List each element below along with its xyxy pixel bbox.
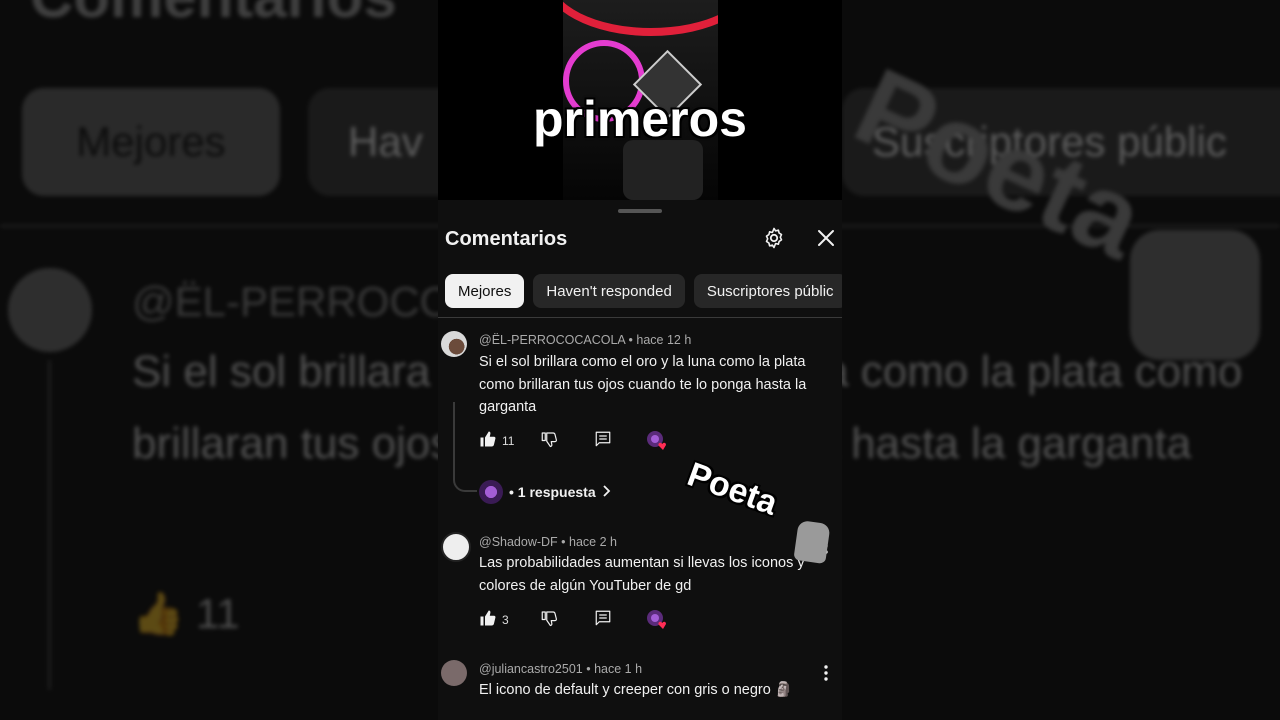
reply-thread-line bbox=[453, 402, 477, 492]
thumbs-down-icon bbox=[540, 609, 558, 630]
avatar[interactable] bbox=[441, 660, 467, 686]
moai-sticker-icon bbox=[793, 519, 831, 565]
view-replies-button[interactable]: • 1 respuesta bbox=[479, 480, 612, 504]
drag-handle[interactable] bbox=[618, 209, 662, 213]
replies-count: • 1 respuesta bbox=[509, 484, 596, 500]
chip-mejores[interactable]: Mejores bbox=[445, 274, 525, 308]
comment-bubble-icon bbox=[594, 609, 612, 630]
dislike-button[interactable] bbox=[540, 609, 558, 630]
comment-meta: @ËL-PERROCOCACOLA • hace 12 h bbox=[479, 333, 692, 347]
like-button[interactable]: 11 bbox=[479, 430, 514, 451]
avatar[interactable] bbox=[441, 532, 471, 562]
chip-suscriptores[interactable]: Suscriptores públic bbox=[693, 274, 842, 308]
comment-text: Las probabilidades aumentan si llevas lo… bbox=[479, 555, 805, 594]
chevron-right-icon bbox=[602, 484, 612, 500]
panel-title: Comentarios bbox=[445, 228, 568, 250]
close-icon[interactable] bbox=[812, 224, 840, 252]
comment-author[interactable]: @ËL-PERROCOCACOLA bbox=[479, 333, 625, 347]
comment-time: hace 12 h bbox=[636, 333, 692, 347]
comments-panel: Comentarios Mejores Haven't responded Su… bbox=[438, 200, 842, 720]
video-character-body bbox=[623, 140, 703, 200]
comment-time: hace 1 h bbox=[594, 662, 643, 676]
bg-poeta-sticker: Poeta bbox=[838, 44, 1162, 283]
thumbs-down-icon bbox=[540, 430, 558, 451]
like-button[interactable]: 3 bbox=[479, 609, 509, 630]
avatar[interactable] bbox=[441, 331, 467, 357]
comment-actions: 3 bbox=[479, 609, 679, 633]
replier-avatar bbox=[479, 480, 503, 504]
thumbs-up-icon bbox=[479, 430, 497, 451]
bg-author: @ËL-PERROCOC bbox=[132, 278, 483, 325]
comment-author[interactable]: @Shadow-DF bbox=[479, 535, 558, 549]
comment-bubble-icon bbox=[594, 430, 612, 451]
dislike-button[interactable] bbox=[540, 430, 558, 451]
thumbs-up-icon bbox=[479, 609, 497, 630]
comment-author[interactable]: @juliancastro2501 bbox=[479, 662, 583, 676]
like-count: 11 bbox=[502, 433, 515, 448]
comment-actions: 11 bbox=[479, 430, 679, 454]
video-player[interactable]: primeros bbox=[438, 0, 842, 200]
bg-avatar bbox=[8, 268, 92, 352]
bg-moai-emoji bbox=[1130, 230, 1260, 360]
creator-heart bbox=[646, 609, 670, 634]
comment-text: El icono de default y creeper con gris o… bbox=[479, 682, 793, 698]
bg-like-count: 👍 11 bbox=[132, 590, 240, 637]
comment-meta: @Shadow-DF • hace 2 h bbox=[479, 535, 617, 549]
poeta-sticker: Poeta bbox=[682, 455, 783, 523]
comment-text: Si el sol brillara como el oro y la luna… bbox=[479, 354, 807, 415]
bg-thread-line bbox=[48, 360, 51, 690]
chip-havent-responded[interactable]: Haven't responded bbox=[533, 274, 685, 308]
reply-button[interactable] bbox=[594, 609, 612, 630]
bg-chip-mejores: Mejores bbox=[22, 88, 280, 196]
bg-title: Comentarios bbox=[30, 0, 397, 31]
video-caption: primeros bbox=[533, 91, 747, 147]
chips-divider bbox=[438, 317, 842, 318]
comment-meta: @juliancastro2501 • hace 1 h bbox=[479, 662, 643, 676]
creator-heart-icon bbox=[646, 430, 670, 455]
like-count: 3 bbox=[502, 612, 509, 627]
phone-frame: primeros Comentarios Mejores Haven't res… bbox=[438, 0, 842, 720]
creator-heart bbox=[646, 430, 670, 455]
creator-heart-icon bbox=[646, 609, 670, 634]
video-red-ring bbox=[563, 0, 718, 36]
filter-chips: Mejores Haven't responded Suscriptores p… bbox=[445, 274, 842, 308]
settings-gear-icon[interactable] bbox=[760, 224, 788, 252]
reply-button[interactable] bbox=[594, 430, 612, 451]
comment-time: hace 2 h bbox=[569, 535, 617, 549]
